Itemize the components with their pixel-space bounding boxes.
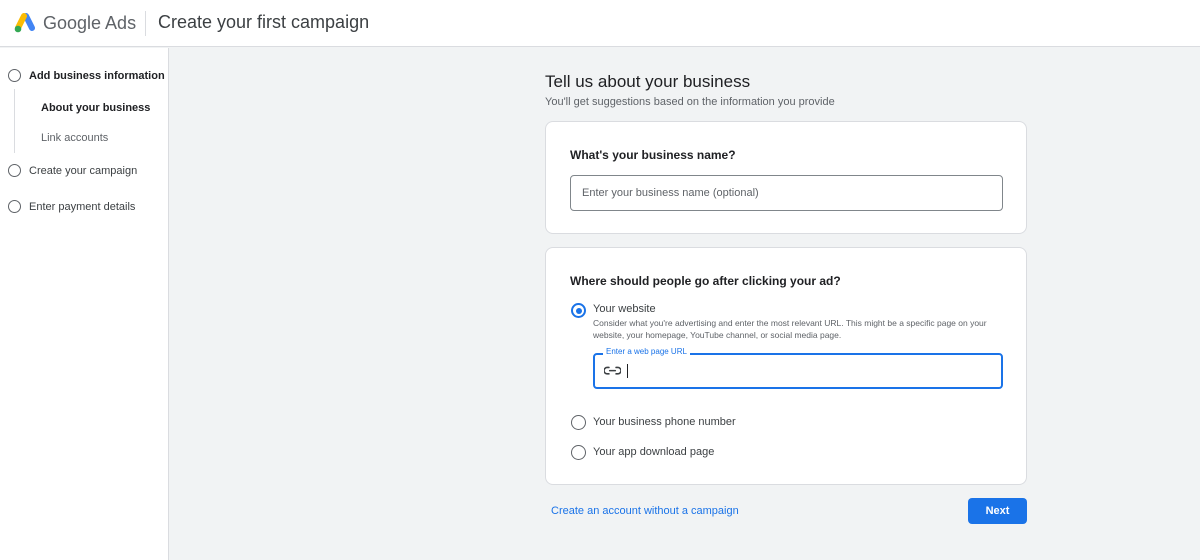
option-label-app-download-page[interactable]: Your app download page [593, 446, 714, 458]
step-add-business-information[interactable]: Add business information [8, 69, 165, 82]
destination-question: Where should people go after clicking yo… [570, 274, 841, 288]
business-name-input[interactable] [570, 175, 1003, 211]
top-bar: Google Ads Create your first campaign [0, 0, 1200, 47]
step-enter-payment-details[interactable]: Enter payment details [8, 200, 135, 213]
step-label: Create your campaign [29, 164, 138, 177]
destination-card: Where should people go after clicking yo… [545, 247, 1027, 485]
radio-your-website[interactable] [571, 303, 586, 318]
section-subheading: You'll get suggestions based on the info… [545, 96, 835, 108]
business-name-question: What's your business name? [570, 148, 736, 162]
step-connector [14, 89, 15, 153]
radio-business-phone-number[interactable] [571, 415, 586, 430]
create-account-without-campaign-link[interactable]: Create an account without a campaign [551, 505, 739, 517]
radio-app-download-page[interactable] [571, 445, 586, 460]
url-input-field[interactable]: Enter a web page URL [593, 347, 1003, 389]
link-icon [604, 366, 621, 375]
text-cursor [627, 364, 628, 378]
option-label-your-website[interactable]: Your website [593, 303, 656, 315]
option-label-business-phone-number[interactable]: Your business phone number [593, 416, 736, 428]
step-label: Add business information [29, 69, 165, 82]
business-name-card: What's your business name? [545, 121, 1027, 234]
step-circle-icon [8, 69, 21, 82]
section-heading: Tell us about your business [545, 72, 751, 91]
page-title: Create your first campaign [158, 12, 370, 32]
step-label: Enter payment details [29, 200, 136, 213]
step-create-your-campaign[interactable]: Create your campaign [8, 164, 137, 177]
step-circle-icon [8, 200, 21, 213]
substep-link-accounts[interactable]: Link accounts [41, 132, 108, 144]
substep-about-your-business[interactable]: About your business [41, 102, 150, 114]
option-description-your-website: Consider what you're advertising and ent… [593, 318, 987, 340]
brand-name[interactable]: Google Ads [43, 13, 136, 34]
step-circle-icon [8, 164, 21, 177]
url-field-label: Enter a web page URL [603, 347, 690, 356]
sidebar: Add business information About your busi… [0, 48, 169, 560]
header-divider [145, 11, 146, 36]
next-button[interactable]: Next [968, 498, 1027, 524]
google-ads-logo-icon[interactable] [12, 12, 36, 34]
